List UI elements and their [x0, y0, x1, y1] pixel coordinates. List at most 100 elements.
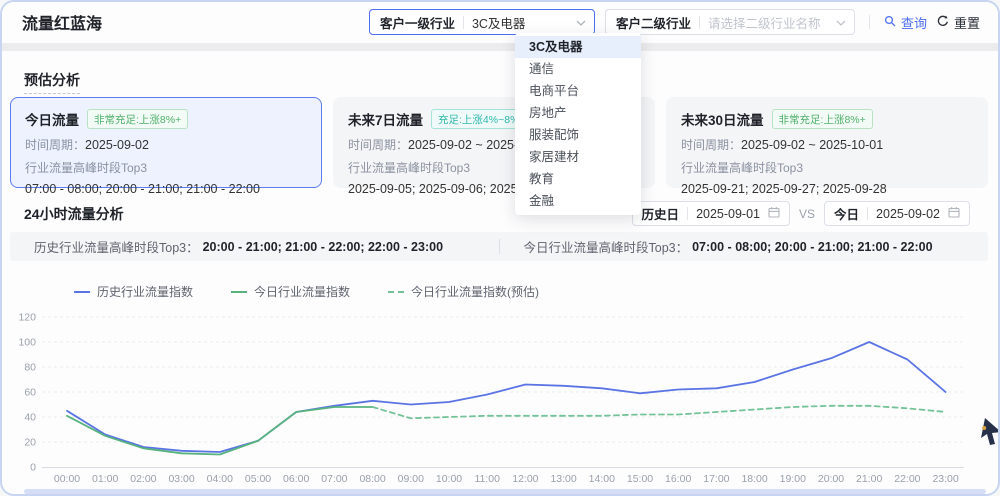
svg-text:13:00: 13:00	[550, 473, 576, 485]
history-date-picker[interactable]: 历史日 2025-09-01	[631, 201, 791, 226]
status-badge: 非常充足:上涨8%+	[771, 109, 873, 129]
card-next-30-days[interactable]: 未来30日流量 非常充足:上涨8%+ 时间周期：2025-09-02 ~ 202…	[666, 97, 988, 196]
header-divider-band	[2, 43, 998, 51]
divider	[698, 15, 700, 29]
line-chart-svg: 0 20 40 60 80 100 120 00:00 01:00 02:00 03:00 04:00…	[18, 312, 964, 485]
menu-item-industry[interactable]: 通信	[515, 58, 641, 80]
query-button[interactable]: 查询	[884, 13, 927, 32]
legend-swatch-history	[74, 290, 90, 293]
chevron-down-icon	[836, 15, 846, 29]
svg-text:02:00: 02:00	[130, 473, 156, 485]
history-peaks-value: 20:00 - 21:00; 21:00 - 22:00; 22:00 - 23…	[202, 239, 444, 254]
page-title: 流量红蓝海	[22, 16, 103, 33]
history-peaks-label: 历史行业流量高峰时段Top3：	[34, 241, 199, 255]
today-peaks-label: 今日行业流量高峰时段Top3：	[523, 241, 689, 255]
search-icon	[884, 15, 896, 30]
filter-controls: 客户一级行业 3C及电器 客户二级行业 请选择二级行业名称 查询 重置	[368, 9, 980, 35]
svg-text:40: 40	[24, 412, 36, 424]
primary-industry-value: 3C及电器	[471, 16, 526, 31]
divider	[868, 15, 870, 29]
svg-text:01:00: 01:00	[92, 473, 118, 485]
secondary-industry-label: 客户二级行业	[615, 16, 691, 31]
menu-item-industry[interactable]: 家居建材	[515, 146, 641, 168]
forecast-cards: 今日流量 非常充足:上涨8%+ 时间周期：2025-09-02 行业流量高峰时段…	[10, 97, 988, 196]
divider	[687, 207, 689, 220]
primary-industry-select[interactable]: 客户一级行业 3C及电器	[368, 9, 595, 35]
hourly-section-header: 24小时流量分析 历史日 2025-09-01 VS 今日 2025-09-02	[24, 201, 970, 226]
status-badge: 充足:上涨4%~8%	[431, 109, 527, 129]
card-today-traffic[interactable]: 今日流量 非常充足:上涨8%+ 时间周期：2025-09-02 行业流量高峰时段…	[10, 97, 322, 196]
svg-text:15:00: 15:00	[627, 473, 653, 485]
menu-item-industry[interactable]: 教育	[515, 168, 641, 190]
svg-text:120: 120	[18, 312, 36, 324]
date-compare-controls: 历史日 2025-09-01 VS 今日 2025-09-02	[631, 201, 970, 226]
svg-text:03:00: 03:00	[168, 473, 194, 485]
menu-item-industry[interactable]: 金融	[515, 190, 641, 212]
calendar-icon	[948, 206, 960, 221]
period-label: 时间周期：	[348, 138, 409, 152]
svg-text:20: 20	[24, 437, 36, 449]
chart-scrollbar[interactable]	[24, 489, 986, 494]
peak-label: 行业流量高峰时段Top3	[25, 161, 148, 175]
history-date-value: 2025-09-01	[696, 206, 761, 221]
svg-text:00:00: 00:00	[54, 473, 80, 485]
today-peak-hours: 今日行业流量高峰时段Top3： 07:00 - 08:00; 20:00 - 2…	[500, 237, 989, 256]
period-label: 时间周期：	[25, 138, 86, 152]
period-value: 2025-09-02	[85, 138, 149, 152]
today-date-picker[interactable]: 今日 2025-09-02	[824, 201, 970, 226]
svg-text:12:00: 12:00	[512, 473, 538, 485]
svg-text:11:00: 11:00	[474, 473, 500, 485]
header: 流量红蓝海 客户一级行业 3C及电器 客户二级行业 请选择二级行业名称 查询 重…	[2, 2, 998, 42]
svg-text:06:00: 06:00	[283, 473, 309, 485]
today-date-value: 2025-09-02	[876, 206, 940, 221]
reset-button[interactable]: 重置	[937, 13, 980, 32]
divider	[462, 15, 464, 29]
svg-text:22:00: 22:00	[894, 473, 920, 485]
menu-item-industry[interactable]: 服装配饰	[515, 124, 641, 146]
svg-text:0: 0	[30, 462, 36, 474]
mouse-cursor	[981, 418, 998, 453]
traffic-line-chart: 0 20 40 60 80 100 120 00:00 01:00 02:00 03:00 04:00…	[2, 298, 998, 490]
svg-text:08:00: 08:00	[359, 473, 385, 485]
divider	[867, 207, 869, 220]
chevron-down-icon	[576, 15, 586, 29]
status-badge: 非常充足:上涨8%+	[87, 109, 189, 129]
app-window: 流量红蓝海 客户一级行业 3C及电器 客户二级行业 请选择二级行业名称 查询 重…	[0, 0, 1000, 496]
svg-text:16:00: 16:00	[665, 473, 691, 485]
reset-label: 重置	[953, 15, 980, 31]
refresh-icon	[937, 15, 949, 30]
period-value: 2025-09-02 ~ 2025-10-01	[741, 138, 884, 152]
secondary-industry-placeholder: 请选择二级行业名称	[707, 16, 821, 31]
card-title: 今日流量	[25, 113, 79, 128]
history-peak-hours: 历史行业流量高峰时段Top3： 20:00 - 21:00; 21:00 - 2…	[10, 237, 499, 256]
primary-industry-label: 客户一级行业	[379, 16, 455, 31]
svg-text:20:00: 20:00	[818, 473, 844, 485]
svg-text:60: 60	[24, 387, 36, 399]
secondary-industry-select[interactable]: 客户二级行业 请选择二级行业名称	[604, 9, 855, 35]
svg-text:14:00: 14:00	[589, 473, 615, 485]
svg-text:07:00: 07:00	[321, 473, 347, 485]
vs-label: VS	[799, 206, 816, 221]
menu-item-industry[interactable]: 3C及电器	[515, 36, 641, 58]
hourly-section-title: 24小时流量分析	[24, 205, 124, 222]
menu-item-industry[interactable]: 电商平台	[515, 80, 641, 102]
legend-swatch-forecast	[388, 290, 405, 293]
peak-label: 行业流量高峰时段Top3	[681, 161, 804, 175]
peak-times: 07:00 - 08:00; 20:00 - 21:00; 21:00 - 22…	[25, 182, 260, 196]
svg-text:04:00: 04:00	[207, 473, 233, 485]
card-title: 未来7日流量	[348, 113, 424, 128]
calendar-icon	[768, 206, 780, 221]
peak-hours-bar: 历史行业流量高峰时段Top3： 20:00 - 21:00; 21:00 - 2…	[10, 232, 988, 261]
svg-text:17:00: 17:00	[703, 473, 729, 485]
svg-text:19:00: 19:00	[780, 473, 806, 485]
today-date-label: 今日	[834, 208, 860, 222]
industry-dropdown-menu: 3C及电器 通信 电商平台 房地产 服装配饰 家居建材 教育 金融	[515, 33, 641, 215]
forecast-section-title: 预估分析	[24, 70, 80, 94]
svg-text:10:00: 10:00	[436, 473, 462, 485]
menu-item-industry[interactable]: 房地产	[515, 102, 641, 124]
legend-swatch-today	[231, 290, 248, 293]
today-peaks-value: 07:00 - 08:00; 20:00 - 21:00; 21:00 - 22…	[692, 239, 933, 254]
history-date-label: 历史日	[641, 208, 680, 222]
svg-text:18:00: 18:00	[741, 473, 767, 485]
period-label: 时间周期：	[681, 138, 742, 152]
